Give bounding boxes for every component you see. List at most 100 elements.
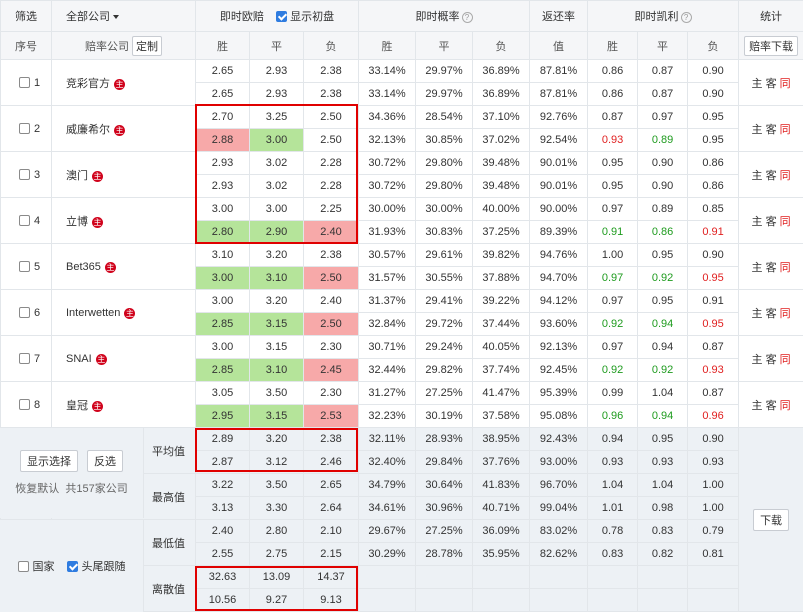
summary-prob-cell: 36.09% [472,519,531,543]
summary-odds-cell: 2.55 [195,542,250,566]
company-name[interactable]: 澳门 [66,170,88,182]
kelly-cell: 0.86 [687,151,740,175]
prob-cell: 31.93% [358,220,417,244]
kelly-cell: 0.90 [687,243,740,267]
head-tail-checkbox[interactable] [66,560,78,572]
show-initial-checkbox[interactable] [276,11,288,22]
company-name[interactable]: 立博 [66,216,88,228]
odds-cell: 3.15 [249,404,304,428]
same-link[interactable]: 同 [780,262,791,274]
home-link[interactable]: 主 [752,354,763,366]
odds-cell: 3.00 [249,197,304,221]
company-name[interactable]: 皇冠 [66,400,88,412]
prob-cell: 39.82% [472,243,531,267]
prob-cell: 37.02% [472,128,531,152]
away-link[interactable]: 客 [766,262,777,274]
kelly-cell: 0.95 [687,312,740,336]
summary-odds-cell: 2.87 [195,450,250,474]
odds-cell: 3.00 [195,335,250,359]
select-shown-button[interactable]: 显示选择 [19,450,78,472]
prob-cell: 39.48% [472,174,531,198]
same-link[interactable]: 同 [780,216,791,228]
summary-odds-cell: 14.37 [302,565,360,589]
kelly-cell: 0.94 [637,335,689,359]
stat-links: 主 客 同 [738,151,803,198]
question-icon[interactable]: ? [461,12,473,23]
away-link[interactable]: 客 [766,216,777,228]
summary-return-cell: 82.62% [529,542,589,566]
host-badge-icon: 主 [95,353,107,365]
kelly-cell: 0.96 [587,404,639,428]
away-link[interactable]: 客 [766,78,777,90]
download-cell: 下载 [738,427,803,612]
question-icon[interactable]: ? [680,12,692,23]
company-checkbox[interactable] [19,306,30,318]
kelly-cell: 0.90 [637,174,689,198]
odds-cell: 2.65 [195,82,250,106]
kelly-cell: 0.90 [687,82,740,106]
summary-prob-cell: 30.96% [415,496,474,520]
kelly-cell: 0.87 [687,381,740,405]
home-link[interactable]: 主 [752,170,763,182]
company-name[interactable]: Interwetten [66,307,120,319]
custom-button[interactable]: 定制 [132,35,163,56]
home-link[interactable]: 主 [752,124,763,136]
summary-kelly-cell: 1.01 [587,496,639,520]
prob-cell: 33.14% [358,59,417,83]
summary-return-cell: 83.02% [529,519,589,543]
country-checkbox[interactable] [17,560,29,572]
odds-cell: 2.50 [302,105,360,129]
odds-download-button[interactable]: 赔率下载 [744,35,799,56]
home-link[interactable]: 主 [752,78,763,90]
summary-prob-cell: 27.25% [415,519,474,543]
return-cell: 92.54% [529,128,589,152]
home-link[interactable]: 主 [752,262,763,274]
odds-cell: 3.10 [249,358,304,382]
summary-odds-cell: 13.09 [249,565,304,589]
company-name[interactable]: 竞彩官方 [66,78,110,90]
same-link[interactable]: 同 [780,78,791,90]
kelly-cell: 0.92 [587,358,639,382]
kelly-cell: 0.87 [687,335,740,359]
away-link[interactable]: 客 [766,170,777,182]
prob-cell: 31.27% [358,381,417,405]
company-select[interactable]: 全部公司 [51,0,196,32]
kelly-cell: 0.95 [587,174,639,198]
company-name[interactable]: Bet365 [66,261,101,273]
summary-odds-cell: 2.46 [302,450,360,474]
table-row: 4 立博主 3.00 3.00 2.25 30.00% 30.00% 40.00% 90.00%… [0,197,803,244]
same-link[interactable]: 同 [780,400,791,412]
home-link[interactable]: 主 [752,216,763,228]
prob-cell: 30.55% [415,266,474,290]
home-link[interactable]: 主 [752,400,763,412]
home-link[interactable]: 主 [752,308,763,320]
away-link[interactable]: 客 [766,308,777,320]
same-link[interactable]: 同 [780,308,791,320]
away-link[interactable]: 客 [766,124,777,136]
away-link[interactable]: 客 [766,354,777,366]
invert-button[interactable]: 反选 [87,450,124,472]
same-link[interactable]: 同 [780,354,791,366]
company-checkbox[interactable] [19,260,30,272]
away-link[interactable]: 客 [766,400,777,412]
summary-prob-cell: 41.83% [472,473,531,497]
company-checkbox[interactable] [19,352,30,364]
odds-cell: 3.00 [249,128,304,152]
company-checkbox[interactable] [19,398,30,410]
table-row: 3 澳门主 2.93 3.02 2.28 30.72% 29.80% 39.48% 90.01%… [0,151,803,198]
kelly-cell: 0.86 [587,59,639,83]
company-checkbox[interactable] [19,76,30,88]
company-name[interactable]: SNAI [66,353,92,365]
company-checkbox[interactable] [19,214,30,226]
stat-links: 主 客 同 [738,105,803,152]
company-checkbox[interactable] [19,122,30,134]
summary-return-cell: 99.04% [529,496,589,520]
odds-cell: 2.80 [195,220,250,244]
company-name[interactable]: 威廉希尔 [66,124,110,136]
download-button[interactable]: 下载 [753,508,790,531]
same-link[interactable]: 同 [780,124,791,136]
company-checkbox[interactable] [19,168,30,180]
restore-default-link[interactable]: 恢复默认 [15,483,59,495]
same-link[interactable]: 同 [780,170,791,182]
prob-cell: 32.44% [358,358,417,382]
